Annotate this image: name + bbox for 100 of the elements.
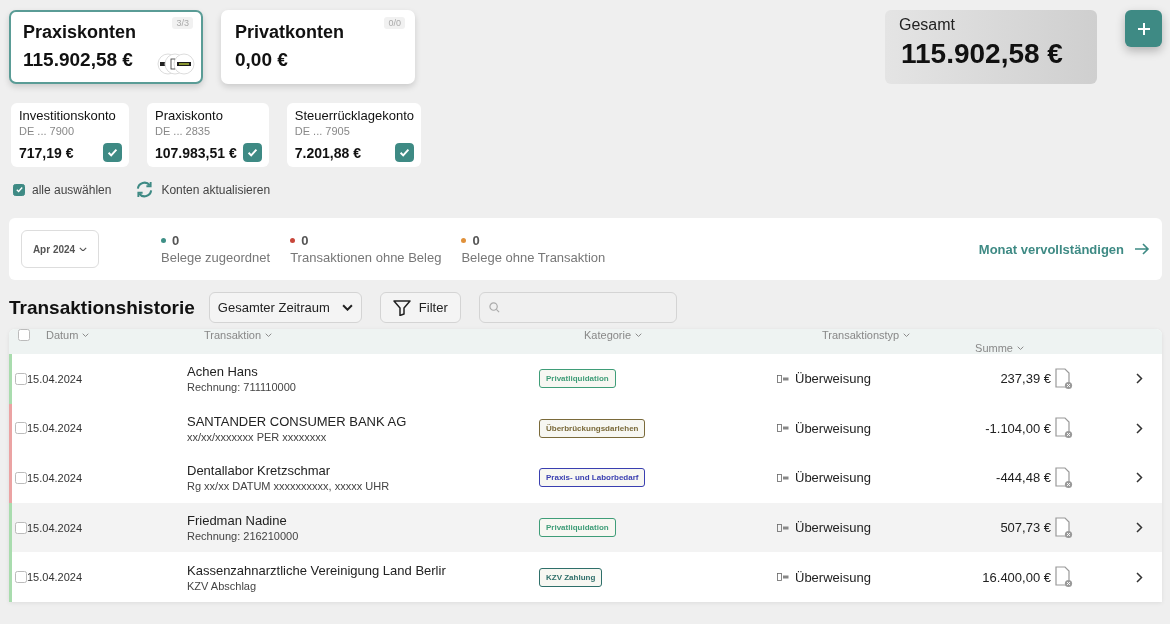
search-field[interactable] [478, 292, 677, 323]
stat-count: 0 [472, 233, 480, 248]
account-name: Investitionskonto [19, 108, 117, 123]
arrow-right-icon [1134, 243, 1150, 255]
section-title: Transaktionshistorie [9, 296, 195, 319]
chevron-right-icon[interactable] [1136, 472, 1143, 484]
missing-receipt-icon[interactable] [1055, 566, 1073, 589]
category-tag: Praxis- und Laborbedarf [539, 468, 646, 488]
row-checkbox[interactable] [15, 472, 27, 484]
payment-reference: xx/xx/xxxxxxx PER xxxxxxxx [187, 430, 328, 443]
checkmark-icon [398, 146, 411, 159]
account-iban: DE ... 2835 [155, 125, 212, 137]
row-checkbox[interactable] [15, 521, 27, 534]
date-cell-text: 15.04.2024 [27, 571, 84, 584]
checkmark-icon [245, 146, 259, 159]
transaction-type: Überweisung [795, 470, 871, 486]
category-tag: Privatliquidation [539, 518, 616, 538]
refresh-icon[interactable] [135, 181, 155, 198]
transfer-type-icon [777, 424, 789, 433]
total-label: Gesamt [899, 16, 956, 34]
stat-count: 0 [172, 233, 180, 248]
stat-count: 0 [301, 233, 309, 248]
transaction-row[interactable]: 15.04.2024 Achen Hans Rechnung: 711110000 Privatliquidation Überweisung 237,39 € [9, 354, 1162, 404]
transaction-row[interactable]: 15.04.2024 Kassenzahnarztliche Vereinigung Land Berlir KZV Abschlag KZV Zahlung Überweisung 16.400,00 € [9, 552, 1162, 602]
chevron-down-icon [1017, 345, 1024, 350]
transaction-type: Überweisung [795, 520, 871, 536]
transfer-type-icon [777, 523, 789, 532]
payment-reference: Rechnung: 711110000 [187, 381, 297, 394]
complete-month-link[interactable]: Monat vervollständigen [978, 241, 1150, 257]
search-icon [488, 302, 500, 313]
account-name: Steuerrücklagekonto [294, 108, 414, 123]
date-cell-text: 15.04.2024 [27, 372, 84, 385]
account-card[interactable]: Praxiskonto DE ... 2835 107.983,51 € [147, 103, 269, 167]
total-amount: 115.902,58 € [900, 38, 1064, 70]
stat-label: Belege zugeordnet [161, 250, 271, 265]
account-iban: DE ... 7900 [19, 125, 76, 137]
month-picker[interactable]: Apr 2024 [21, 230, 99, 268]
date-cell-text: 15.04.2024 [27, 422, 84, 435]
account-checkbox[interactable] [103, 143, 122, 162]
chevron-right-icon[interactable] [1136, 373, 1143, 385]
select-all-rows-checkbox[interactable] [18, 329, 30, 342]
transfer-type-icon [777, 474, 789, 482]
amount-cell-text: 237,39 € [999, 371, 1051, 387]
account-card[interactable]: Steuerrücklagekonto DE ... 7905 7.201,88 € [286, 103, 421, 167]
counterparty-name: Kassenzahnarztliche Vereinigung Land Berlir [187, 562, 447, 578]
transaction-type: Überweisung [795, 371, 871, 387]
account-card[interactable]: Investitionskonto DE ... 7900 717,19 € [11, 103, 129, 167]
transaction-row[interactable]: 15.04.2024 Dentallabor Kretzschmar Rg xx/xx DATUM xxxxxxxxxx, xxxxx UHR Praxis- und Laborbedarf Überweisung -444,48 € [9, 453, 1162, 503]
missing-receipt-icon[interactable] [1055, 516, 1073, 539]
row-checkbox[interactable] [15, 372, 27, 385]
refresh-link[interactable]: Konten aktualisieren [161, 182, 271, 197]
account-group-card[interactable]: Praxiskonten 115.902,58 € 3/3 [9, 10, 203, 84]
row-checkbox[interactable] [15, 422, 27, 435]
select-all-checkbox[interactable] [13, 183, 25, 196]
amount-cell-text: 16.400,00 € [981, 569, 1051, 585]
group-title: Praxiskonten [23, 22, 137, 43]
chevron-down-icon [903, 333, 911, 338]
transaction-type: Überweisung [795, 420, 871, 436]
missing-receipt-icon[interactable] [1055, 367, 1073, 390]
chevron-right-icon[interactable] [1136, 522, 1143, 534]
chevron-down-icon [341, 304, 353, 311]
account-balance: 717,19 € [19, 144, 74, 161]
account-group-card[interactable]: Privatkonten 0,00 € 0/0 [221, 10, 415, 84]
chevron-right-icon[interactable] [1136, 571, 1143, 583]
chevron-right-icon[interactable] [1136, 422, 1143, 434]
category-tag: Überbrückungsdarlehen [539, 418, 646, 438]
account-iban: DE ... 7905 [294, 125, 351, 137]
chevron-down-icon [265, 333, 273, 338]
chevron-down-icon [635, 333, 643, 338]
group-amount: 0,00 € [235, 49, 288, 71]
checkmark-icon [106, 146, 119, 159]
row-checkbox[interactable] [15, 571, 27, 584]
date-cell-text: 15.04.2024 [27, 472, 84, 484]
counterparty-name: Achen Hans [187, 364, 259, 380]
account-count: 3/3 [172, 17, 193, 29]
counterparty-name: Friedman Nadine [187, 513, 288, 529]
counterparty-name: SANTANDER CONSUMER BANK AG [187, 413, 408, 429]
add-button[interactable] [1125, 10, 1162, 47]
group-title: Privatkonten [235, 22, 345, 43]
account-checkbox[interactable] [242, 143, 262, 162]
filter-button[interactable]: Filter [379, 292, 461, 323]
filter-icon [392, 299, 411, 316]
payment-reference: Rg xx/xx DATUM xxxxxxxxxx, xxxxx UHR [187, 480, 391, 493]
transaction-row[interactable]: 15.04.2024 SANTANDER CONSUMER BANK AG xx/xx/xxxxxxx PER xxxxxxxx Überbrückungsdarlehen Überweisung -1.104,00 € [9, 403, 1162, 454]
account-checkbox[interactable] [395, 143, 414, 162]
transaction-type: Überweisung [795, 569, 871, 585]
checkmark-icon [14, 185, 24, 194]
chevron-down-icon [82, 333, 90, 338]
period-select[interactable]: Gesamter Zeitraum [208, 292, 362, 323]
missing-receipt-icon[interactable] [1055, 417, 1073, 440]
chevron-down-icon [79, 246, 88, 252]
transfer-type-icon [777, 573, 789, 582]
stat-label: Belege ohne Transaktion [461, 250, 606, 265]
transfer-type-icon [777, 374, 789, 383]
date-cell-text: 15.04.2024 [27, 521, 84, 534]
account-balance: 107.983,51 € [155, 144, 237, 161]
plus-icon [1136, 21, 1151, 36]
transaction-row[interactable]: 15.04.2024 Friedman Nadine Rechnung: 216210000 Privatliquidation Überweisung 507,73 € [9, 502, 1162, 553]
missing-receipt-icon[interactable] [1055, 467, 1073, 489]
payment-reference: Rechnung: 216210000 [187, 530, 300, 543]
